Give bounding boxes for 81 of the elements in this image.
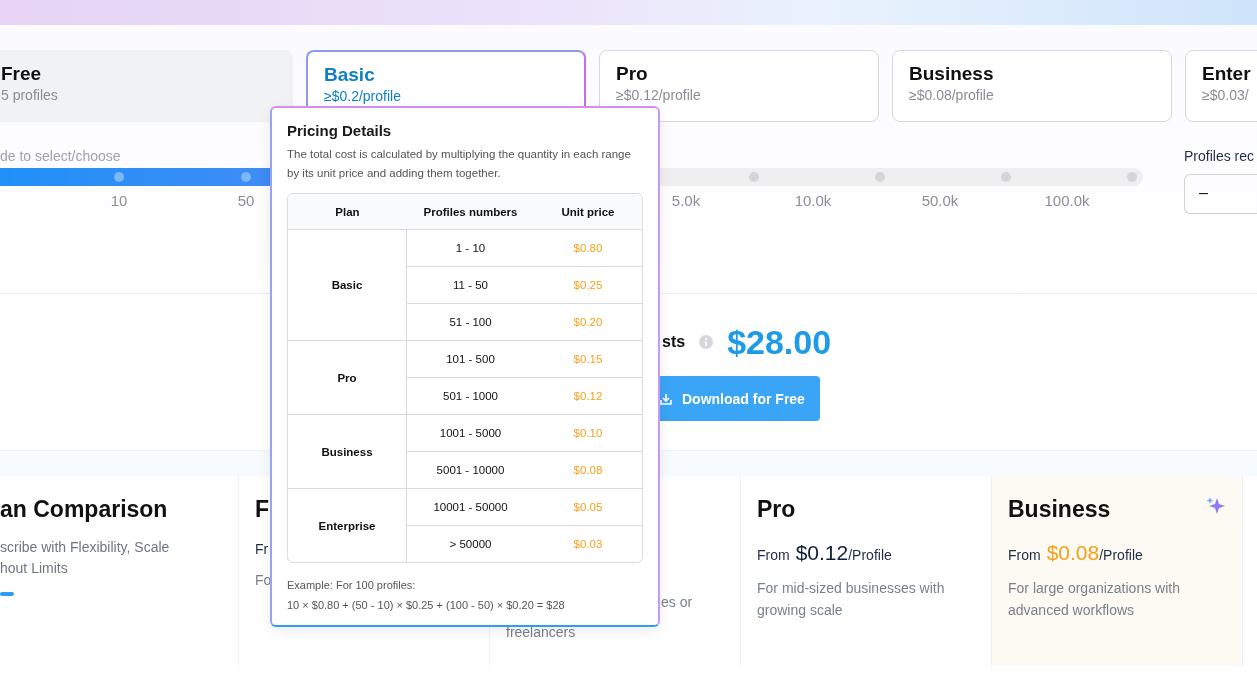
tick-label: 50.0k xyxy=(920,192,960,209)
plan-description: es or xyxy=(661,593,693,612)
popover-description: The total cost is calculated by multiplying the quantity in each range by its unit price and adding them together. xyxy=(287,147,632,181)
price-cell: $0.12 xyxy=(534,378,642,415)
plan-price: 5 profiles xyxy=(1,87,58,103)
plan-description: advanced workflows xyxy=(1008,601,1135,620)
price-unit: /Profile xyxy=(1099,547,1143,563)
plan-card[interactable]: Business ≥$0.08/profile xyxy=(892,50,1172,122)
quantity-field[interactable]: – xyxy=(1184,174,1257,214)
accent-bar xyxy=(0,592,14,596)
price-cell: $0.20 xyxy=(534,304,642,341)
plan-description: For large organizations with xyxy=(1008,579,1180,598)
plan-description: freelancers xyxy=(506,623,576,642)
comparison-title: an Comparison xyxy=(0,496,168,523)
tick-label: 10.0k xyxy=(793,192,833,209)
range-cell: 501 - 1000 xyxy=(407,378,534,415)
plan-description: growing scale xyxy=(757,601,843,620)
range-cell: 5001 - 10000 xyxy=(407,452,534,489)
range-cell: 101 - 500 xyxy=(407,341,534,378)
range-cell: 1 - 10 xyxy=(407,230,534,267)
range-cell: 51 - 100 xyxy=(407,304,534,341)
sparkle-icon xyxy=(1206,496,1226,516)
tick-dot xyxy=(1127,172,1137,182)
popover-title: Pricing Details xyxy=(287,122,393,139)
tick-dot xyxy=(749,172,759,182)
plan-name: Enter xyxy=(1202,63,1251,85)
tick-dot xyxy=(1001,172,1011,182)
column-header: Profiles numbers xyxy=(407,194,534,230)
plan-price: ≥$0.03/ xyxy=(1202,87,1249,103)
tick-label: 5.0k xyxy=(670,192,702,209)
range-cell: 10001 - 50000 xyxy=(407,489,534,526)
comparison-subtitle: hout Limits xyxy=(0,559,69,578)
plan-name: Business xyxy=(909,63,994,85)
price-prefix: Fr xyxy=(255,541,269,557)
price-cell: $0.05 xyxy=(534,489,642,526)
range-cell-text: > 50000 xyxy=(448,537,493,552)
tick-label: 50 xyxy=(236,192,256,209)
price-prefix: From xyxy=(757,547,790,563)
comparison-subtitle: scribe with Flexibility, Scale xyxy=(0,538,170,557)
slider-hint: de to select/choose xyxy=(0,148,121,166)
plan-cell: Business xyxy=(288,415,407,489)
example-text: 10 × $0.80 + (50 - 10) × $0.25 + (100 - 50) × $0.20 = $28 xyxy=(287,598,565,613)
plan-price: $0.12 xyxy=(795,541,849,565)
price-cell-text: $0.03 xyxy=(572,537,604,552)
price-cell: $0.08 xyxy=(534,452,642,489)
plan-price: $0.08 xyxy=(1046,541,1100,565)
plan-name: Free xyxy=(1,63,42,85)
price-cell: $0.25 xyxy=(534,267,642,304)
price-cell: $0.80 xyxy=(534,230,642,267)
tick-label: 100.0k xyxy=(1043,192,1091,209)
tick-dot xyxy=(114,172,124,182)
plan-name: Pro xyxy=(757,496,796,523)
total-amount: $28.00 xyxy=(727,322,832,362)
plan-cell: Pro xyxy=(288,341,407,415)
column-header: Unit price xyxy=(534,194,642,230)
tick-dot xyxy=(241,172,251,182)
tick-label: 10 xyxy=(109,192,129,209)
plan-price: ≥$0.2/profile xyxy=(324,88,401,104)
column-header: Plan xyxy=(288,194,407,230)
price-cell: $0.10 xyxy=(534,415,642,452)
price-cell: $0.15 xyxy=(534,341,642,378)
quantity-label: Profiles rec xyxy=(1184,148,1256,164)
plan-price: ≥$0.08/profile xyxy=(909,87,994,103)
range-cell: 11 - 50 xyxy=(407,267,534,304)
plan-name: Business xyxy=(1008,496,1111,523)
price-prefix: From xyxy=(1008,547,1041,563)
example-text: Example: For 100 profiles: xyxy=(287,578,416,593)
info-icon[interactable] xyxy=(699,335,714,349)
plan-card[interactable]: Enter ≥$0.03/ xyxy=(1185,50,1257,122)
range-cell: 1001 - 5000 xyxy=(407,415,534,452)
price-unit: /Profile xyxy=(848,547,892,563)
plan-cell: Enterprise xyxy=(288,489,407,562)
total-label: sts xyxy=(662,333,686,351)
plan-card[interactable]: Pro ≥$0.12/profile xyxy=(599,50,879,122)
plan-cell: Basic xyxy=(288,230,407,341)
plan-price: ≥$0.12/profile xyxy=(616,87,701,103)
plan-name: Basic xyxy=(324,64,375,86)
plan-name: F xyxy=(255,496,270,523)
plan-description: For mid-sized businesses with xyxy=(757,579,945,598)
plan-name: Pro xyxy=(616,63,648,85)
tick-dot xyxy=(875,172,885,182)
